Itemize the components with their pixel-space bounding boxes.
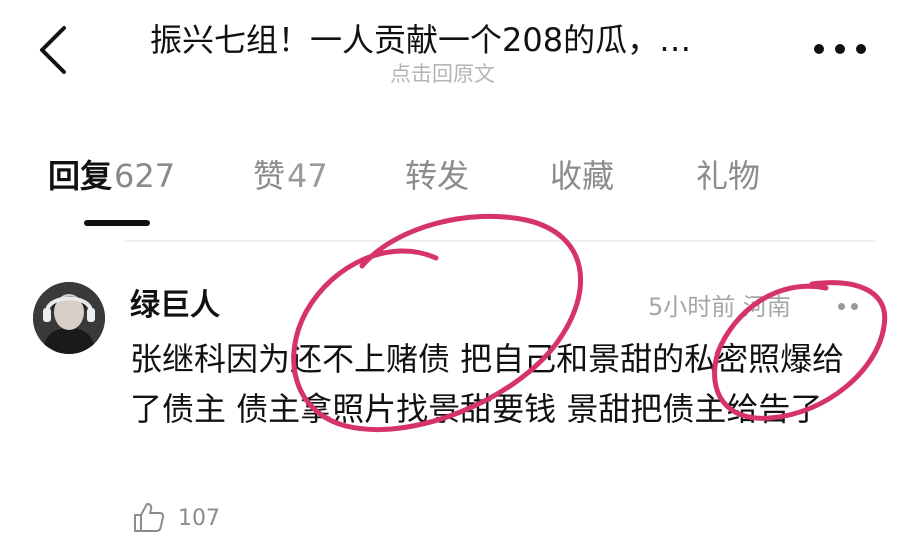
- comment-more-button[interactable]: [838, 300, 862, 314]
- chevron-left-icon: [40, 26, 66, 74]
- tab-favorites[interactable]: 收藏: [550, 154, 614, 198]
- more-dot-icon: [838, 303, 845, 310]
- comment-location: 河南: [742, 293, 791, 321]
- tab-label: 礼物: [696, 157, 761, 195]
- tab-gifts[interactable]: 礼物: [696, 154, 760, 198]
- more-dot-icon: [851, 303, 858, 310]
- top-bar: 振兴七组！一人贡献一个208的瓜，… 点击回原文: [0, 0, 900, 100]
- avatar[interactable]: [33, 282, 105, 354]
- more-dot-icon: [814, 44, 824, 54]
- more-options-button[interactable]: [810, 30, 870, 66]
- thumbs-up-icon: [134, 503, 165, 532]
- back-to-original-link[interactable]: 点击回原文: [390, 58, 495, 88]
- comment-time: 5小时前: [648, 293, 736, 321]
- tab-label: 回复: [48, 157, 113, 195]
- tab-count: 627: [114, 157, 176, 195]
- more-dot-icon: [835, 44, 845, 54]
- tab-label: 收藏: [550, 157, 615, 195]
- avatar-image: [33, 282, 105, 354]
- comment-text: 张继科因为还不上赌债 把自己和景甜的私密照爆给了债主 债主拿照片找景甜要钱 景甜…: [130, 340, 845, 428]
- tab-reposts[interactable]: 转发: [405, 154, 469, 198]
- divider: [125, 240, 875, 242]
- tab-label: 赞: [253, 157, 286, 195]
- tab-replies[interactable]: 回复627: [48, 154, 175, 198]
- tab-count: 47: [287, 157, 328, 195]
- like-count: 107: [178, 506, 220, 531]
- more-dot-icon: [856, 44, 866, 54]
- active-tab-indicator: [84, 220, 150, 226]
- back-button[interactable]: [30, 22, 78, 78]
- tab-likes[interactable]: 赞47: [253, 154, 328, 198]
- post-title[interactable]: 振兴七组！一人贡献一个208的瓜，…: [150, 18, 770, 62]
- comment-item: 绿巨人 5小时前 河南 张继科因为还不上赌债 把自己和景甜的私密照爆给了债主 债…: [0, 260, 900, 533]
- comment-meta: 5小时前 河南: [648, 290, 791, 324]
- comment-username[interactable]: 绿巨人: [130, 286, 220, 326]
- tab-bar: 回复627 赞47 转发 收藏 礼物: [0, 140, 900, 230]
- tab-label: 转发: [405, 157, 470, 195]
